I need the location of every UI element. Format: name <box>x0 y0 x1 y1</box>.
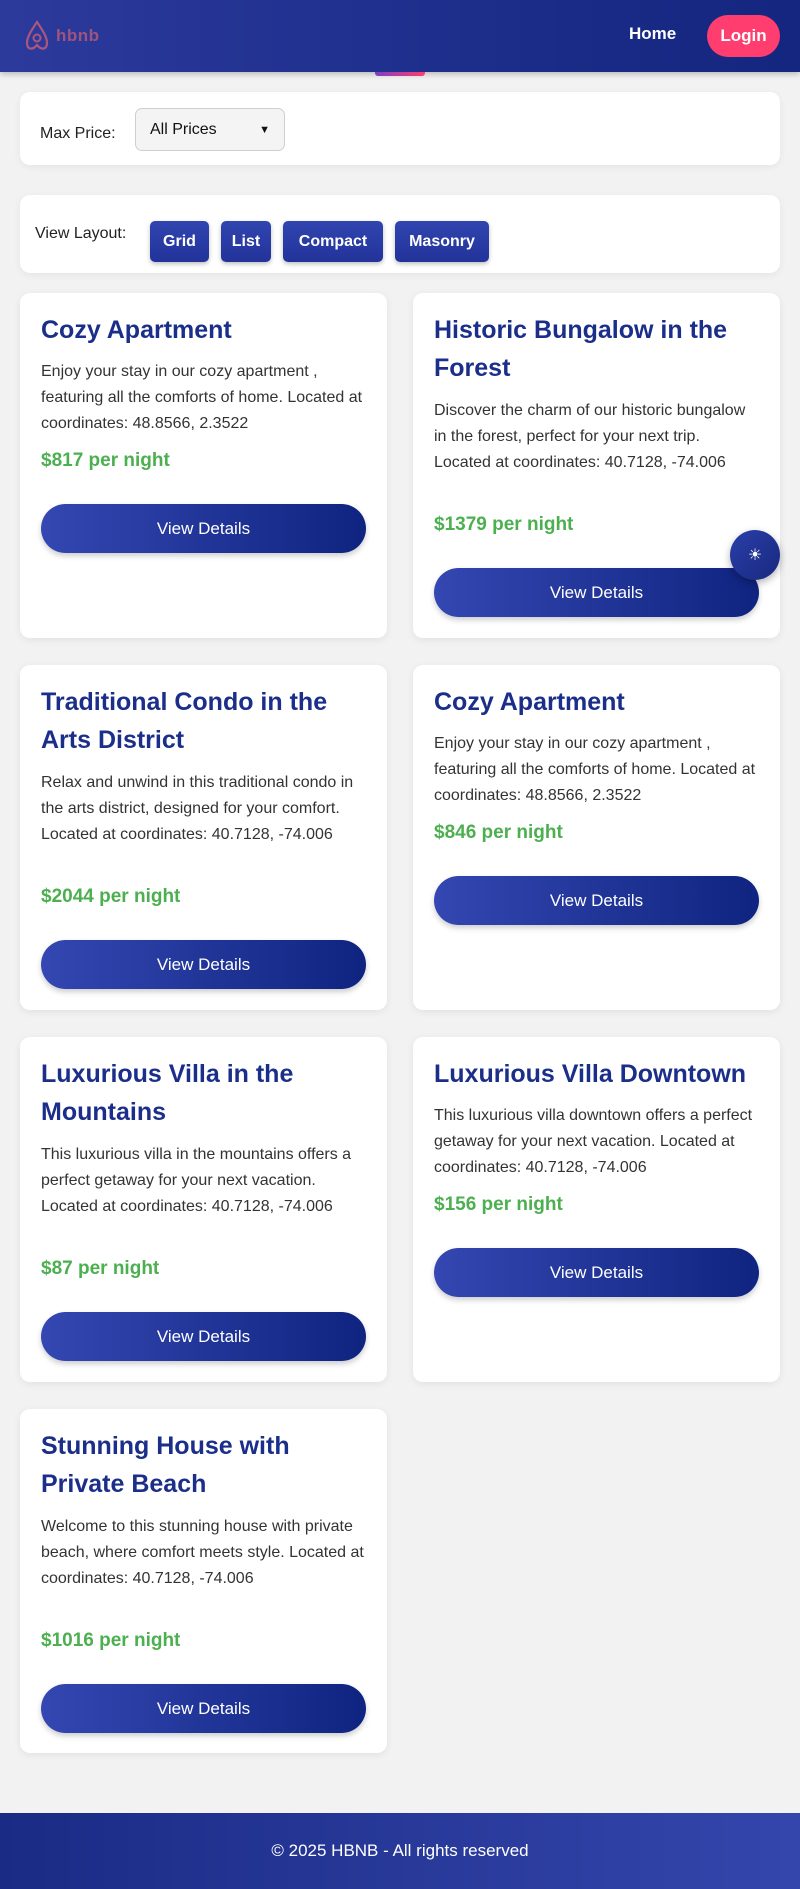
place-price: $846 per night <box>434 822 563 843</box>
place-price: $156 per night <box>434 1194 563 1215</box>
place-description: This luxurious villa in the mountains of… <box>41 1146 352 1215</box>
layout-compact-button[interactable]: Compact <box>283 221 383 262</box>
place-card: Luxurious Villa Downtown This luxurious … <box>413 1037 780 1382</box>
site-footer: © 2025 HBNB - All rights reserved <box>0 1813 800 1889</box>
nav-home-link[interactable]: Home <box>629 24 676 44</box>
place-card: Luxurious Villa in the Mountains This lu… <box>20 1037 387 1382</box>
place-title: Cozy Apartment <box>41 316 232 344</box>
place-description: Relax and unwind in this traditional con… <box>41 774 354 843</box>
place-card: Cozy Apartment Enjoy your stay in our co… <box>413 665 780 1010</box>
footer-copyright: © 2025 HBNB - All rights reserved <box>271 1841 529 1860</box>
view-details-button[interactable]: View Details <box>41 504 366 553</box>
place-card: Historic Bungalow in the Forest Discover… <box>413 293 780 638</box>
place-price: $1016 per night <box>41 1630 181 1651</box>
view-details-button[interactable]: View Details <box>41 940 366 989</box>
logo-text: hbnb <box>56 26 100 45</box>
place-title: Luxurious Villa Downtown <box>434 1060 747 1088</box>
login-button[interactable]: Login <box>707 15 780 57</box>
filter-panel: Max Price: All Prices ▼ <box>20 92 780 165</box>
place-price: $817 per night <box>41 450 170 471</box>
place-card: Stunning House with Private Beach Welcom… <box>20 1409 387 1753</box>
max-price-selected-value: All Prices <box>150 120 217 138</box>
layout-grid-button[interactable]: Grid <box>150 221 209 262</box>
site-header: hbnb Home Login <box>0 0 800 72</box>
place-card: Traditional Condo in the Arts District R… <box>20 665 387 1010</box>
layout-panel: View Layout: Grid List Compact Masonry <box>20 195 780 273</box>
place-title: Stunning House with Private Beach <box>41 1432 290 1498</box>
place-description: Discover the charm of our historic bunga… <box>434 402 746 471</box>
place-price: $2044 per night <box>41 886 181 907</box>
header-accent-bar <box>375 72 425 76</box>
chevron-down-icon: ▼ <box>259 123 270 136</box>
logo-icon <box>25 20 49 50</box>
logo[interactable]: hbnb <box>22 18 112 54</box>
layout-masonry-button[interactable]: Masonry <box>395 221 489 262</box>
layout-list-button[interactable]: List <box>221 221 271 262</box>
view-details-button[interactable]: View Details <box>434 876 759 925</box>
sun-icon: ☀ <box>747 547 763 564</box>
place-title: Traditional Condo in the Arts District <box>41 688 328 754</box>
view-details-button[interactable]: View Details <box>41 1312 366 1361</box>
view-details-button[interactable]: View Details <box>434 1248 759 1297</box>
max-price-select[interactable]: All Prices ▼ <box>135 108 285 151</box>
view-layout-label: View Layout: <box>35 225 127 242</box>
place-title: Historic Bungalow in the Forest <box>434 316 728 382</box>
place-price: $1379 per night <box>434 514 574 535</box>
view-details-button[interactable]: View Details <box>434 568 759 617</box>
place-price: $87 per night <box>41 1258 160 1279</box>
place-description: Welcome to this stunning house with priv… <box>41 1518 364 1587</box>
place-description: Enjoy your stay in our cozy apartment , … <box>41 363 363 432</box>
place-title: Cozy Apartment <box>434 688 625 716</box>
place-description: Enjoy your stay in our cozy apartment , … <box>434 735 756 804</box>
theme-toggle-button[interactable]: ☀ <box>730 530 780 580</box>
view-details-button[interactable]: View Details <box>41 1684 366 1733</box>
place-title: Luxurious Villa in the Mountains <box>41 1060 294 1126</box>
place-description: This luxurious villa downtown offers a p… <box>434 1107 753 1176</box>
place-card: Cozy Apartment Enjoy your stay in our co… <box>20 293 387 638</box>
max-price-label: Max Price: <box>40 125 116 142</box>
